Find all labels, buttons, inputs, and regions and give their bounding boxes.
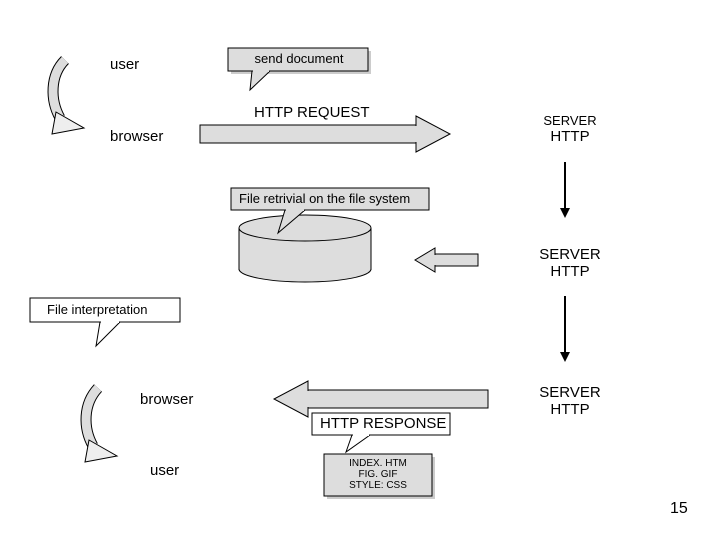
curved-arrow-bottom-fill — [86, 388, 98, 446]
server-label-1a: SERVER — [543, 113, 596, 128]
server-label-3b: HTTP — [550, 401, 589, 418]
user-bottom-label: user — [150, 462, 179, 479]
http-response-tail — [346, 435, 370, 452]
page-number: 15 — [670, 500, 688, 518]
file-interpretation-tail — [96, 322, 120, 346]
cylinder-top — [239, 215, 371, 241]
server-label-3a: SERVER — [539, 384, 600, 401]
file-interpretation-text: File interpretation — [47, 302, 147, 317]
files-line-3: STYLE: CSS — [349, 480, 407, 491]
browser-bottom-label: browser — [140, 391, 193, 408]
server-label-2a: SERVER — [539, 246, 600, 263]
arrow-to-db-head — [415, 248, 435, 272]
send-document-tail — [250, 71, 270, 90]
arrow-response-body — [308, 390, 488, 408]
http-request-text: HTTP REQUEST — [254, 104, 370, 121]
files-line-1: INDEX. HTM — [349, 458, 407, 469]
send-document-text: send document — [235, 51, 363, 66]
http-response-text: HTTP RESPONSE — [320, 415, 446, 432]
server-http-3: SERVER HTTP — [530, 384, 610, 418]
server-label-2b: HTTP — [550, 263, 589, 280]
curved-arrow-bottom-head — [85, 440, 117, 462]
user-top-label: user — [110, 56, 139, 73]
files-box-text: INDEX. HTM FIG. GIF STYLE: CSS — [324, 458, 432, 491]
file-retrieval-text: File retrivial on the file system — [239, 191, 410, 206]
arrow-request-head — [416, 116, 450, 152]
server-http-2: SERVER HTTP — [530, 246, 610, 280]
arrow-request-body — [200, 125, 416, 143]
arrow-to-db-body — [435, 254, 478, 266]
arrow-response-head — [274, 381, 308, 417]
files-line-2: FIG. GIF — [359, 469, 398, 480]
curved-arrow-top-head — [52, 112, 84, 134]
browser-top-label: browser — [110, 128, 163, 145]
server-http-1: SERVER HTTP — [530, 113, 610, 145]
curved-arrow-top-fill — [53, 60, 65, 118]
server-label-1b: HTTP — [550, 128, 589, 145]
